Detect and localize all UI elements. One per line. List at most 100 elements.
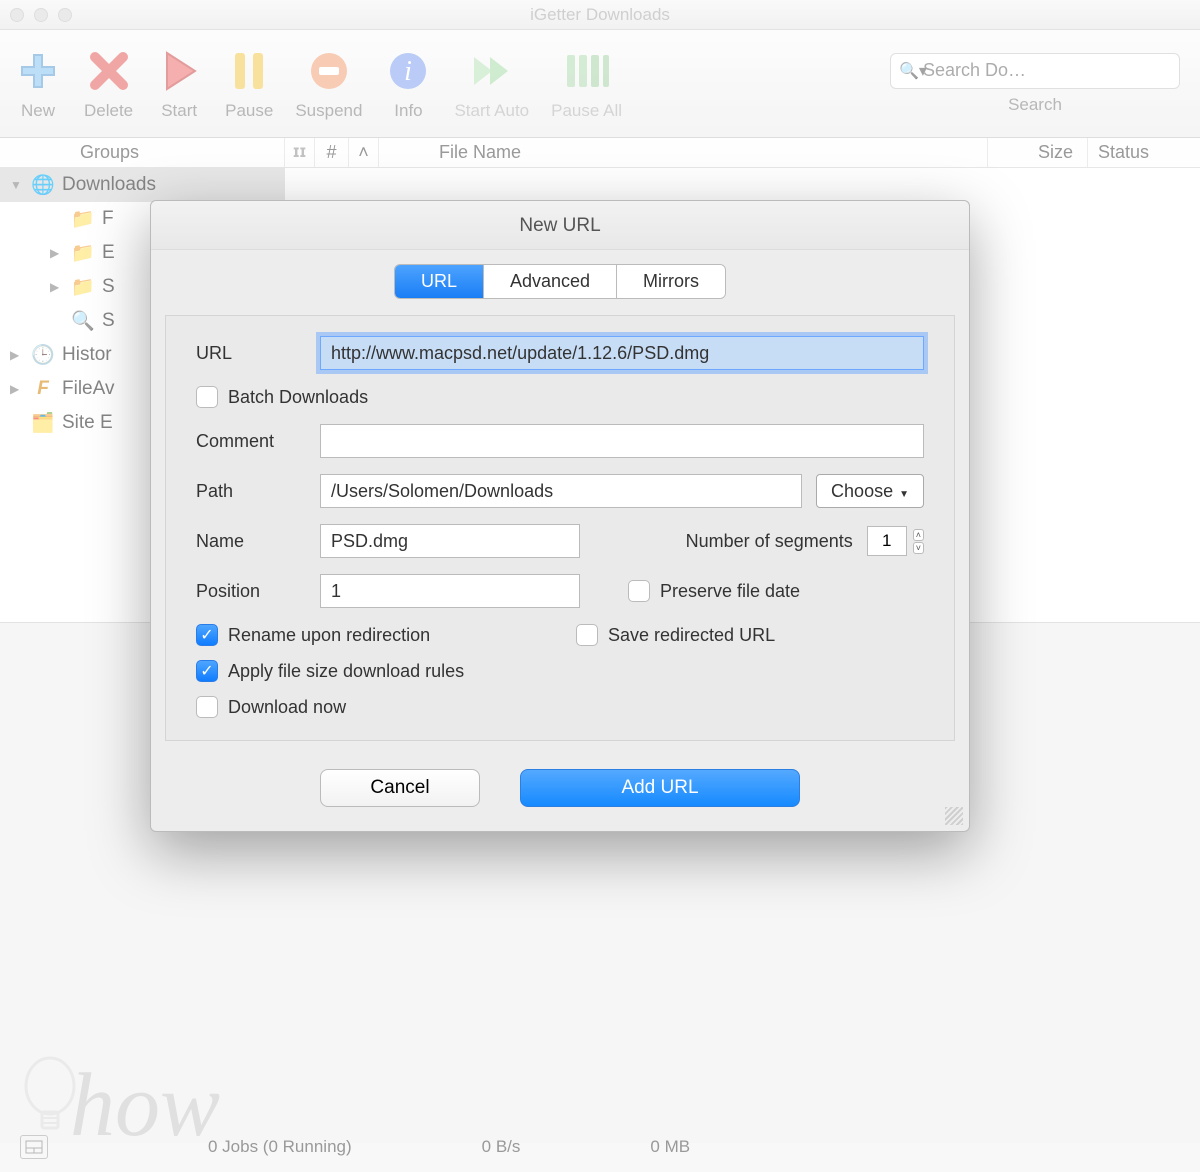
- info-button[interactable]: i Info: [384, 47, 432, 121]
- save-redirected-label: Save redirected URL: [608, 625, 775, 646]
- clock-icon: 🕒: [32, 344, 54, 366]
- comment-label: Comment: [196, 431, 306, 452]
- search-label: Search: [1008, 95, 1062, 115]
- resize-grip[interactable]: [945, 807, 963, 825]
- apply-rules-label: Apply file size download rules: [228, 661, 464, 682]
- batch-downloads-checkbox[interactable]: [196, 386, 218, 408]
- minimize-window-button[interactable]: [34, 8, 48, 22]
- tab-mirrors[interactable]: Mirrors: [617, 265, 725, 298]
- toolbar: New Delete Start Pause: [0, 30, 1200, 138]
- close-window-button[interactable]: [10, 8, 24, 22]
- magnifier-icon: 🔍: [72, 310, 94, 332]
- dialog-tabs: URL Advanced Mirrors: [151, 250, 969, 299]
- pause-all-button[interactable]: Pause All: [551, 47, 622, 121]
- pause-button[interactable]: Pause: [225, 47, 273, 121]
- path-label: Path: [196, 481, 306, 502]
- chevron-down-icon: ▼: [10, 178, 24, 192]
- download-now-checkbox[interactable]: [196, 696, 218, 718]
- delete-button[interactable]: Delete: [84, 47, 133, 121]
- chevron-right-icon: ▶: [50, 246, 64, 260]
- sidebar-item-label: Histor: [62, 344, 112, 366]
- search-field[interactable]: 🔍▾: [890, 53, 1180, 89]
- speed-status: 0 B/s: [482, 1137, 521, 1157]
- apply-rules-checkbox[interactable]: ✓: [196, 660, 218, 682]
- tab-advanced[interactable]: Advanced: [484, 265, 617, 298]
- position-input[interactable]: [320, 574, 580, 608]
- pause-icon: [225, 47, 273, 95]
- chevron-down-icon[interactable]: ˅: [913, 542, 924, 554]
- new-button[interactable]: New: [14, 47, 62, 121]
- folder-icon: 📁: [72, 276, 94, 298]
- pause-all-icon: [563, 47, 611, 95]
- watermark: how: [20, 1052, 220, 1142]
- search-icon: 🔍▾: [899, 61, 927, 81]
- segments-label: Number of segments: [686, 531, 853, 552]
- name-label: Name: [196, 531, 306, 552]
- start-auto-button[interactable]: Start Auto: [454, 47, 529, 121]
- segments-input[interactable]: [867, 526, 907, 556]
- url-input[interactable]: [320, 336, 924, 370]
- search-input[interactable]: [923, 60, 1169, 81]
- position-label: Position: [196, 581, 306, 602]
- name-input[interactable]: [320, 524, 580, 558]
- zoom-window-button[interactable]: [58, 8, 72, 22]
- path-input[interactable]: [320, 474, 802, 508]
- col-status[interactable]: Status: [1088, 138, 1200, 167]
- search-container: 🔍▾ Search: [890, 53, 1180, 115]
- new-url-dialog: New URL URL Advanced Mirrors URL Batch D…: [150, 200, 970, 832]
- col-filename[interactable]: File Name: [379, 138, 988, 167]
- sidebar-item-downloads[interactable]: ▼ 🌐 Downloads: [0, 168, 284, 202]
- window-title: iGetter Downloads: [0, 5, 1200, 25]
- column-header: Groups 𝗜𝗜 # ˄ File Name Size Status: [0, 138, 1200, 168]
- folder-icon: 📁: [72, 208, 94, 230]
- dialog-title: New URL: [151, 201, 969, 250]
- traffic-lights: [10, 8, 72, 22]
- batch-label: Batch Downloads: [228, 387, 368, 408]
- info-icon: i: [384, 47, 432, 95]
- play-auto-icon: [468, 47, 516, 95]
- suspend-button[interactable]: Suspend: [295, 47, 362, 121]
- url-label: URL: [196, 343, 306, 364]
- sidebar-item-label: E: [102, 242, 115, 264]
- save-redirected-checkbox[interactable]: [576, 624, 598, 646]
- choose-path-button[interactable]: Choose ▼: [816, 474, 924, 508]
- sidebar-item-label: Downloads: [62, 174, 156, 196]
- col-pause-ind[interactable]: 𝗜𝗜: [285, 138, 315, 167]
- x-icon: [85, 47, 133, 95]
- lightbulb-icon: [20, 1052, 80, 1142]
- app-icon: F: [32, 378, 54, 400]
- start-button[interactable]: Start: [155, 47, 203, 121]
- col-number[interactable]: #: [315, 138, 349, 167]
- tab-url[interactable]: URL: [395, 265, 484, 298]
- col-sort-indicator[interactable]: ˄: [349, 138, 379, 167]
- size-status: 0 MB: [650, 1137, 690, 1157]
- add-url-button[interactable]: Add URL: [520, 769, 800, 807]
- sidebar-item-label: F: [102, 208, 114, 230]
- titlebar: iGetter Downloads: [0, 0, 1200, 30]
- col-groups[interactable]: Groups: [0, 138, 285, 167]
- download-now-label: Download now: [228, 697, 346, 718]
- sidebar-item-label: Site E: [62, 412, 113, 434]
- chevron-down-icon: ▼: [899, 489, 909, 500]
- jobs-status: 0 Jobs (0 Running): [208, 1137, 352, 1157]
- chevron-up-icon[interactable]: ˄: [913, 529, 924, 541]
- play-icon: [155, 47, 203, 95]
- stop-icon: [305, 47, 353, 95]
- plus-icon: [14, 47, 62, 95]
- preserve-date-checkbox[interactable]: [628, 580, 650, 602]
- segments-stepper[interactable]: ˄ ˅: [913, 529, 924, 554]
- comment-input[interactable]: [320, 424, 924, 458]
- chevron-right-icon: ▶: [50, 280, 64, 294]
- statusbar: 0 Jobs (0 Running) 0 B/s 0 MB: [0, 1132, 1200, 1162]
- sidebar-item-label: S: [102, 310, 115, 332]
- cancel-button[interactable]: Cancel: [320, 769, 480, 807]
- rename-label: Rename upon redirection: [228, 625, 430, 646]
- chevron-right-icon: ▶: [10, 382, 24, 396]
- col-size[interactable]: Size: [988, 138, 1088, 167]
- folder-icon: 📁: [72, 242, 94, 264]
- rename-checkbox[interactable]: ✓: [196, 624, 218, 646]
- layout-icon[interactable]: [20, 1135, 48, 1159]
- sidebar-item-label: FileAv: [62, 378, 114, 400]
- site-icon: 🗂️: [32, 412, 54, 434]
- globe-icon: 🌐: [32, 174, 54, 196]
